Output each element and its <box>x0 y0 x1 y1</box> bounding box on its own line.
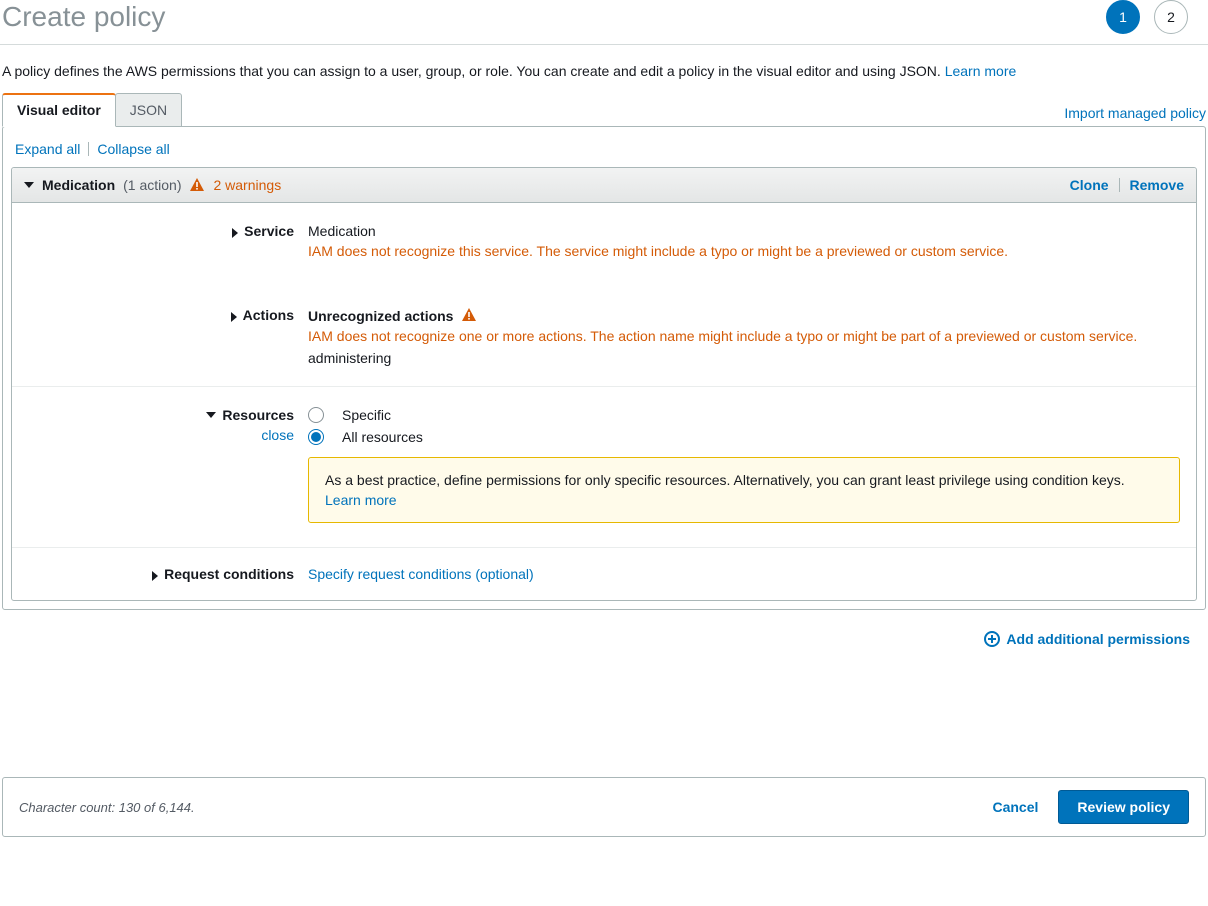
actions-section: Actions Unrecognized actions IAM does no… <box>12 279 1196 386</box>
resources-specific-label: Specific <box>342 407 391 423</box>
review-policy-button[interactable]: Review policy <box>1058 790 1189 824</box>
service-warning-text: IAM does not recognize this service. The… <box>308 243 1180 259</box>
add-additional-permissions-button[interactable]: Add additional permissions <box>984 631 1190 647</box>
wizard-steps: 1 2 <box>1106 0 1206 34</box>
plus-icon <box>984 631 1000 647</box>
service-panel: Medication (1 action) 2 warnings Clone R… <box>11 167 1197 601</box>
footer-bar: Character count: 130 of 6,144. Cancel Re… <box>2 777 1206 837</box>
caret-right-icon[interactable] <box>152 571 158 581</box>
remove-link[interactable]: Remove <box>1130 177 1184 193</box>
resources-radio-specific[interactable] <box>308 407 324 423</box>
caret-right-icon[interactable] <box>231 312 237 322</box>
page-title: Create policy <box>2 1 165 33</box>
caret-down-icon <box>24 182 34 188</box>
intro-text: A policy defines the AWS permissions tha… <box>0 45 1208 93</box>
conditions-section: Request conditions Specify request condi… <box>12 547 1196 600</box>
actions-label: Actions <box>243 307 294 323</box>
service-panel-header[interactable]: Medication (1 action) 2 warnings Clone R… <box>12 168 1196 203</box>
service-name-value: Medication <box>308 223 1180 239</box>
warning-icon <box>461 307 477 323</box>
resources-section: Resources close Specific All resources <box>12 386 1196 547</box>
policy-editor: Expand all Collapse all Medication (1 ac… <box>2 126 1206 610</box>
import-managed-policy-link[interactable]: Import managed policy <box>1064 105 1206 127</box>
resources-radio-all[interactable] <box>308 429 324 445</box>
resources-info-text: As a best practice, define permissions f… <box>325 472 1125 488</box>
actions-warning-text: IAM does not recognize one or more actio… <box>308 328 1180 344</box>
service-section: Service Medication IAM does not recogniz… <box>12 203 1196 279</box>
clone-link[interactable]: Clone <box>1070 177 1109 193</box>
panel-service-name: Medication <box>42 177 115 193</box>
resources-label: Resources <box>222 407 294 423</box>
divider-icon <box>1119 178 1120 192</box>
resources-close-link[interactable]: close <box>261 427 294 443</box>
learn-more-link[interactable]: Learn more <box>945 63 1017 79</box>
step-1[interactable]: 1 <box>1106 0 1140 34</box>
conditions-label: Request conditions <box>164 566 294 582</box>
cancel-button[interactable]: Cancel <box>992 799 1038 815</box>
add-additional-permissions-label: Add additional permissions <box>1006 631 1190 647</box>
expand-all-link[interactable]: Expand all <box>15 141 80 157</box>
actions-heading: Unrecognized actions <box>308 308 453 324</box>
intro-body: A policy defines the AWS permissions tha… <box>2 63 945 79</box>
service-label: Service <box>244 223 294 239</box>
warning-icon <box>189 177 205 193</box>
actions-value: administering <box>308 350 1180 366</box>
warnings-link[interactable]: 2 warnings <box>213 177 281 193</box>
divider-icon <box>88 142 89 156</box>
resources-info-box: As a best practice, define permissions f… <box>308 457 1180 523</box>
resources-learn-more-link[interactable]: Learn more <box>325 492 397 508</box>
panel-action-count: (1 action) <box>123 177 181 193</box>
tab-visual-editor[interactable]: Visual editor <box>2 93 116 127</box>
conditions-specify-link[interactable]: Specify request conditions (optional) <box>308 566 534 582</box>
character-count: Character count: 130 of 6,144. <box>19 800 195 815</box>
caret-right-icon[interactable] <box>232 228 238 238</box>
step-2[interactable]: 2 <box>1154 0 1188 34</box>
caret-down-icon[interactable] <box>206 412 216 418</box>
expand-collapse-toolbar: Expand all Collapse all <box>3 127 1205 167</box>
editor-tabs: Visual editor JSON <box>2 93 181 127</box>
collapse-all-link[interactable]: Collapse all <box>97 141 169 157</box>
resources-all-label: All resources <box>342 429 423 445</box>
tab-json[interactable]: JSON <box>115 93 182 127</box>
